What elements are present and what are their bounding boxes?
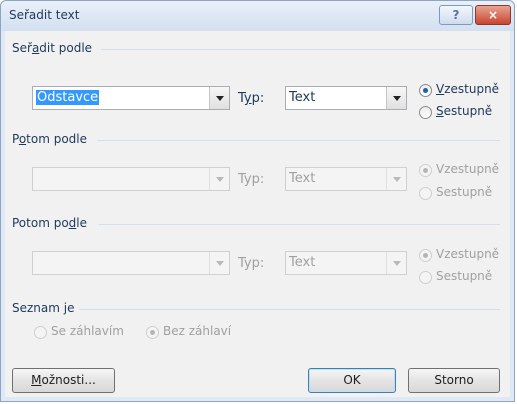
then-by-2-type-label: Typ: <box>238 256 265 271</box>
then-by-2-field-select[interactable] <box>32 251 230 275</box>
sort-by-ascending-label[interactable]: Vzestupně <box>436 82 499 96</box>
dialog-title: Seřadit text <box>9 8 80 22</box>
then-by-2-descending-label[interactable]: Sestupně <box>436 269 492 283</box>
then-by-2-descending-radio[interactable] <box>419 271 432 284</box>
chevron-down-icon[interactable] <box>386 87 406 109</box>
sort-by-label: Seřadit podle <box>12 41 93 55</box>
chevron-down-icon[interactable] <box>209 87 229 109</box>
sort-by-type-select[interactable]: Text <box>285 86 407 110</box>
then-by-1-field-select[interactable] <box>32 167 230 191</box>
help-button[interactable]: ? <box>439 5 473 25</box>
ok-button[interactable]: OK <box>308 368 396 393</box>
sort-by-separator <box>101 49 500 50</box>
then-by-2-type-value: Text <box>289 255 316 270</box>
no-header-label[interactable]: Bez záhlaví <box>163 324 231 338</box>
then-by-2-separator <box>99 224 500 225</box>
close-button[interactable]: × <box>475 5 511 25</box>
with-header-radio[interactable] <box>34 326 47 339</box>
no-header-radio[interactable] <box>146 326 159 339</box>
sort-by-type-label: Typ: <box>238 91 265 106</box>
then-by-1-ascending-label[interactable]: Vzestupně <box>436 162 499 176</box>
then-by-2-type-select[interactable]: Text <box>285 251 407 275</box>
sort-by-descending-label[interactable]: Sestupně <box>436 104 492 118</box>
sort-text-dialog: Seřadit text ? × Seřadit podle Odstavce … <box>0 0 515 402</box>
sort-by-ascending-radio[interactable] <box>419 84 432 97</box>
then-by-1-descending-radio[interactable] <box>419 187 432 200</box>
list-separator <box>79 309 500 310</box>
then-by-2-ascending-radio[interactable] <box>419 249 432 262</box>
sort-by-field-select[interactable]: Odstavce <box>32 86 230 110</box>
then-by-1-type-label: Typ: <box>238 172 265 187</box>
chevron-down-icon[interactable] <box>386 252 406 274</box>
options-button[interactable]: Možnosti... <box>12 368 115 393</box>
title-bar[interactable]: Seřadit text ? × <box>1 1 514 31</box>
then-by-1-descending-label[interactable]: Sestupně <box>436 185 492 199</box>
chevron-down-icon[interactable] <box>209 168 229 190</box>
close-icon: × <box>487 8 499 22</box>
cancel-button[interactable]: Storno <box>408 368 500 393</box>
then-by-2-ascending-label[interactable]: Vzestupně <box>436 247 499 261</box>
dialog-body: Seřadit podle Odstavce Typ: Text Vzestup… <box>5 31 510 397</box>
then-by-1-ascending-radio[interactable] <box>419 164 432 177</box>
list-label: Seznam je <box>12 301 75 315</box>
sort-by-field-value: Odstavce <box>36 90 100 105</box>
then-by-1-separator <box>97 140 500 141</box>
then-by-1-type-value: Text <box>289 171 316 186</box>
sort-by-descending-radio[interactable] <box>419 106 432 119</box>
sort-by-type-value: Text <box>289 90 316 105</box>
then-by-1-label: Potom podle <box>12 132 87 146</box>
with-header-label[interactable]: Se záhlavím <box>51 324 124 338</box>
chevron-down-icon[interactable] <box>386 168 406 190</box>
then-by-1-type-select[interactable]: Text <box>285 167 407 191</box>
then-by-2-label: Potom podle <box>12 216 88 230</box>
chevron-down-icon[interactable] <box>209 252 229 274</box>
help-icon: ? <box>452 8 460 22</box>
